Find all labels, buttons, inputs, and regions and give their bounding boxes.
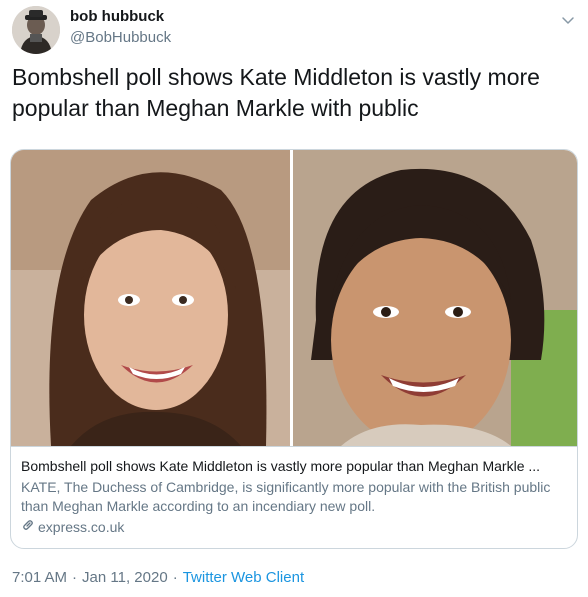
card-body[interactable]: Bombshell poll shows Kate Middleton is v… <box>11 446 577 548</box>
link-icon <box>21 518 35 537</box>
card-domain-text[interactable]: express.co.uk <box>38 518 124 537</box>
tweet-client-link[interactable]: Twitter Web Client <box>183 569 304 586</box>
card-image-right <box>293 150 577 446</box>
card-image-left <box>11 150 290 446</box>
chevron-down-icon[interactable] <box>561 13 575 27</box>
author-handle[interactable]: @BobHubbuck <box>70 29 171 46</box>
avatar[interactable] <box>12 6 60 54</box>
meta-separator: · <box>72 569 78 586</box>
card-title[interactable]: Bombshell poll shows Kate Middleton is v… <box>21 457 569 476</box>
meta-separator: · <box>172 569 178 586</box>
tweet-meta: 7:01 AM · Jan 11, 2020 · Twitter Web Cli… <box>12 569 304 586</box>
author-name[interactable]: bob hubbuck <box>70 8 164 25</box>
tweet-date[interactable]: Jan 11, 2020 <box>82 569 168 586</box>
card-image[interactable] <box>11 150 577 446</box>
link-card[interactable]: Bombshell poll shows Kate Middleton is v… <box>10 149 578 549</box>
avatar-image <box>12 6 60 54</box>
card-domain[interactable]: express.co.uk <box>21 518 124 537</box>
card-description: KATE, The Duchess of Cambridge, is signi… <box>21 479 551 514</box>
tweet-time[interactable]: 7:01 AM <box>12 569 67 586</box>
tweet-text: Bombshell poll shows Kate Middleton is v… <box>12 64 540 121</box>
tweet: bob hubbuck @BobHubbuck Bombshell poll s… <box>0 0 588 597</box>
